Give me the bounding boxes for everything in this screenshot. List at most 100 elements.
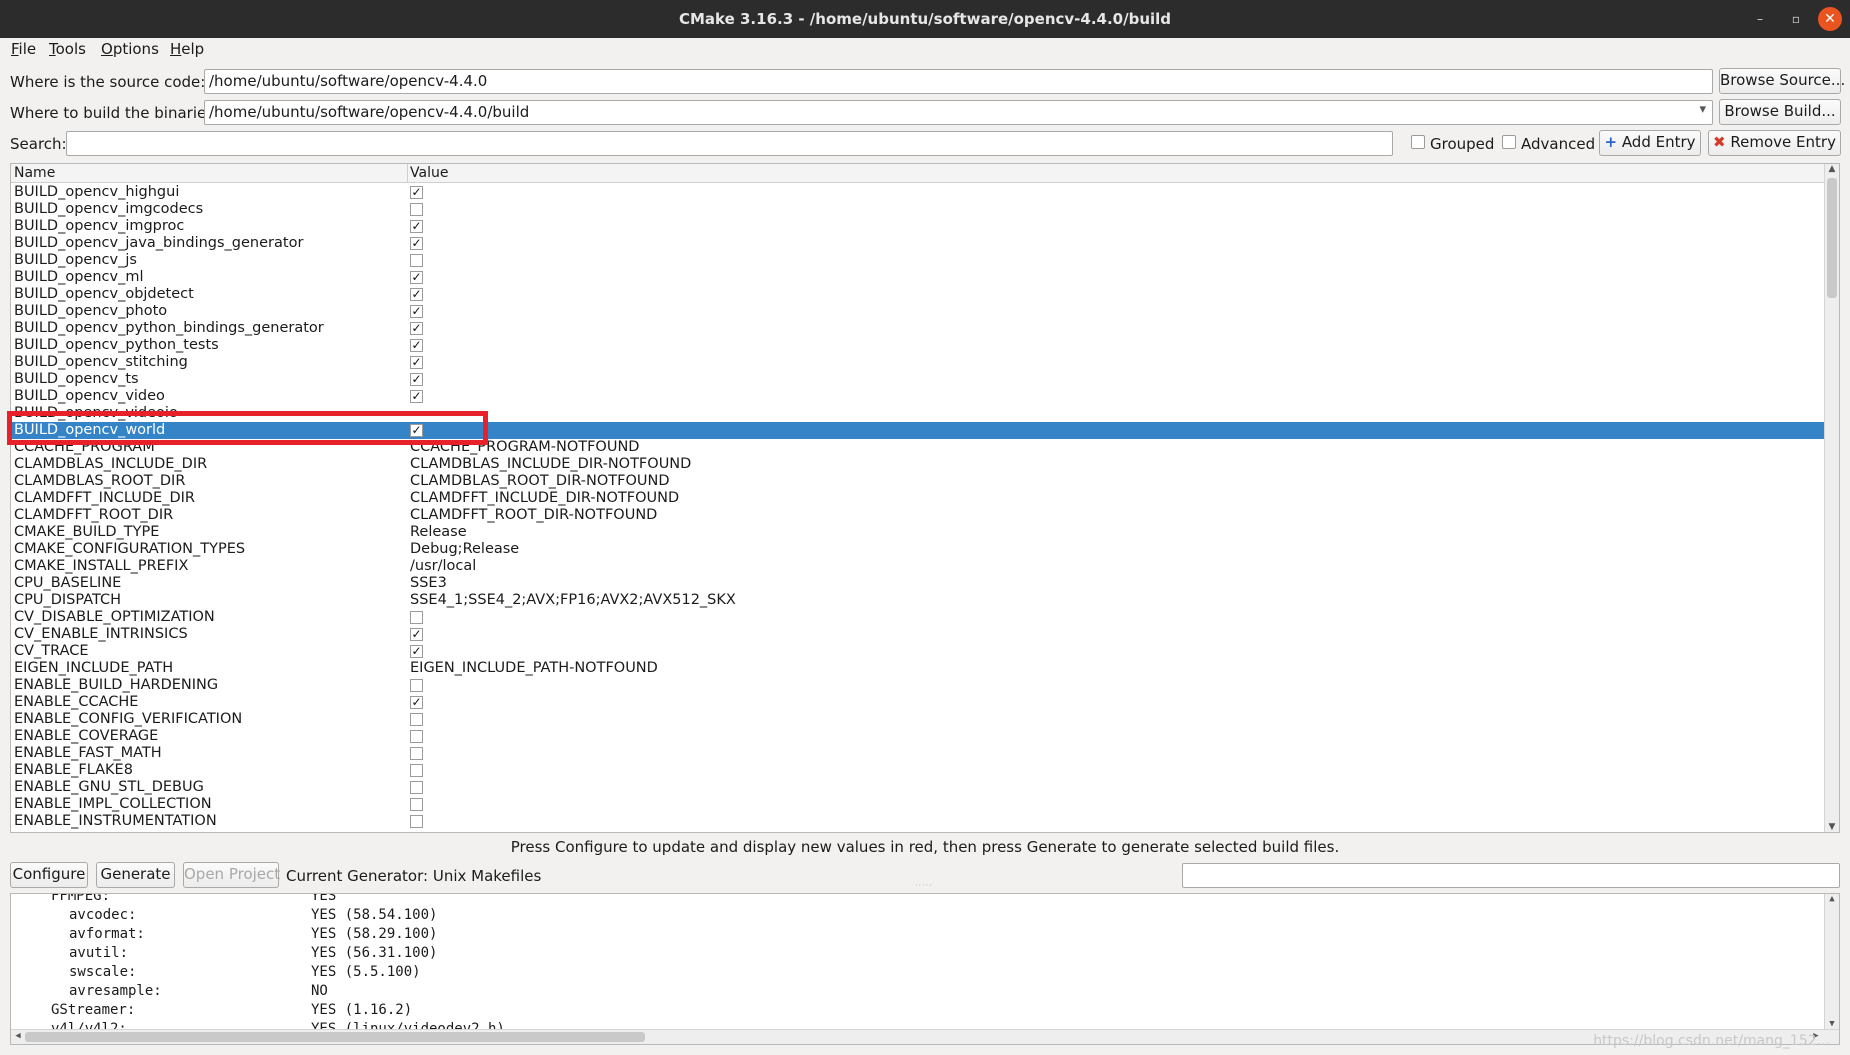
table-row[interactable]: CV_ENABLE_INTRINSICS ✓	[11, 626, 1825, 643]
configure-button[interactable]: Configure	[10, 862, 88, 888]
log-vertical-scrollbar[interactable]: ▲ ▼	[1824, 894, 1839, 1029]
unchecked-checkbox[interactable]	[410, 764, 423, 777]
row-value[interactable]: SSE4_1;SSE4_2;AVX;FP16;AVX2;AVX512_SKX	[410, 592, 736, 609]
row-value[interactable]: SSE3	[410, 575, 447, 592]
row-value[interactable]: /usr/local	[410, 558, 476, 575]
menu-options[interactable]: Options	[101, 40, 159, 58]
column-separator[interactable]	[407, 164, 408, 183]
search-input[interactable]	[66, 131, 1393, 156]
table-row[interactable]: BUILD_opencv_stitching ✓	[11, 354, 1825, 371]
add-entry-button[interactable]: + Add Entry	[1599, 130, 1701, 156]
table-row[interactable]: BUILD_opencv_python_bindings_generator ✓	[11, 320, 1825, 337]
unchecked-checkbox[interactable]	[410, 254, 423, 267]
checked-checkbox[interactable]: ✓	[410, 220, 423, 233]
scroll-up-icon[interactable]: ▲	[1825, 164, 1839, 174]
generate-button[interactable]: Generate	[96, 862, 175, 888]
table-vertical-scrollbar[interactable]: ▲ ▼	[1824, 164, 1839, 832]
row-value[interactable]: Debug;Release	[410, 541, 519, 558]
checked-checkbox[interactable]: ✓	[410, 322, 423, 335]
table-row[interactable]: BUILD_opencv_photo ✓	[11, 303, 1825, 320]
table-row[interactable]: CPU_DISPATCH SSE4_1;SSE4_2;AVX;FP16;AVX2;…	[11, 592, 1825, 609]
checked-checkbox[interactable]: ✓	[410, 356, 423, 369]
table-row[interactable]: BUILD_opencv_objdetect ✓	[11, 286, 1825, 303]
column-header-value[interactable]: Value	[410, 165, 448, 181]
checked-checkbox[interactable]: ✓	[410, 271, 423, 284]
row-value[interactable]: CCACHE_PROGRAM-NOTFOUND	[410, 439, 639, 456]
splitter-handle[interactable]: ·····	[915, 882, 935, 890]
table-row[interactable]: ENABLE_IMPL_COLLECTION	[11, 796, 1825, 813]
table-row[interactable]: EIGEN_INCLUDE_PATH EIGEN_INCLUDE_PATH-NOT…	[11, 660, 1825, 677]
open-project-button[interactable]: Open Project	[183, 862, 280, 888]
table-row[interactable]: BUILD_opencv_python_tests ✓	[11, 337, 1825, 354]
checked-checkbox[interactable]: ✓	[410, 339, 423, 352]
log-hscroll-thumb[interactable]	[25, 1032, 645, 1042]
row-value[interactable]: CLAMDBLAS_INCLUDE_DIR-NOTFOUND	[410, 456, 691, 473]
log-scroll-down-icon[interactable]: ▼	[1825, 1019, 1839, 1029]
unchecked-checkbox[interactable]	[410, 798, 423, 811]
table-row[interactable]: ENABLE_COVERAGE	[11, 728, 1825, 745]
row-value[interactable]: CLAMDFFT_ROOT_DIR-NOTFOUND	[410, 507, 657, 524]
scrollbar-thumb[interactable]	[1827, 178, 1837, 298]
unchecked-checkbox[interactable]	[410, 747, 423, 760]
checked-checkbox[interactable]: ✓	[410, 645, 423, 658]
unchecked-checkbox[interactable]	[410, 203, 423, 216]
table-row[interactable]: CCACHE_PROGRAM CCACHE_PROGRAM-NOTFOUND	[11, 439, 1825, 456]
table-row[interactable]: ENABLE_FAST_MATH	[11, 745, 1825, 762]
unchecked-checkbox[interactable]	[410, 611, 423, 624]
scroll-down-icon[interactable]: ▼	[1825, 822, 1839, 832]
table-row[interactable]: CLAMDBLAS_ROOT_DIR CLAMDBLAS_ROOT_DIR-NOT…	[11, 473, 1825, 490]
column-header-name[interactable]: Name	[14, 165, 55, 181]
checked-checkbox[interactable]: ✓	[410, 696, 423, 709]
table-row[interactable]: CV_TRACE ✓	[11, 643, 1825, 660]
checked-checkbox[interactable]: ✓	[410, 305, 423, 318]
unchecked-checkbox[interactable]	[410, 730, 423, 743]
table-row[interactable]: BUILD_opencv_imgcodecs	[11, 201, 1825, 218]
table-row[interactable]: ENABLE_CONFIG_VERIFICATION	[11, 711, 1825, 728]
advanced-checkbox[interactable]	[1502, 135, 1516, 149]
table-row[interactable]: CMAKE_INSTALL_PREFIX/usr/local	[11, 558, 1825, 575]
table-row[interactable]: BUILD_opencv_imgproc ✓	[11, 218, 1825, 235]
table-row[interactable]: BUILD_opencv_highgui ✓	[11, 184, 1825, 201]
grouped-checkbox[interactable]	[1411, 135, 1425, 149]
table-row[interactable]: BUILD_opencv_ml ✓	[11, 269, 1825, 286]
table-row[interactable]: ENABLE_FLAKE8	[11, 762, 1825, 779]
table-row[interactable]: BUILD_opencv_videoio	[11, 405, 1825, 422]
source-path-input[interactable]: /home/ubuntu/software/opencv-4.4.0	[204, 69, 1713, 94]
row-value[interactable]: EIGEN_INCLUDE_PATH-NOTFOUND	[410, 660, 658, 677]
table-row[interactable]: BUILD_opencv_java_bindings_generator ✓	[11, 235, 1825, 252]
checked-checkbox[interactable]: ✓	[410, 390, 423, 403]
unchecked-checkbox[interactable]	[410, 679, 423, 692]
menu-file[interactable]: File	[11, 40, 36, 58]
minimize-icon[interactable]: –	[1748, 7, 1772, 31]
table-row[interactable]: CMAKE_BUILD_TYPE Release	[11, 524, 1825, 541]
row-value[interactable]: CLAMDFFT_INCLUDE_DIR-NOTFOUND	[410, 490, 679, 507]
remove-entry-button[interactable]: ✖ Remove Entry	[1708, 130, 1841, 156]
log-scroll-up-icon[interactable]: ▲	[1825, 894, 1839, 904]
table-row[interactable]: ENABLE_GNU_STL_DEBUG	[11, 779, 1825, 796]
row-value[interactable]: Release	[410, 524, 467, 541]
output-log[interactable]: FFMPEG: YES avcodec: YES (58.54.100) avforma…	[10, 893, 1840, 1045]
table-row[interactable]: CLAMDFFT_ROOT_DIR CLAMDFFT_ROOT_DIR-NOTFO…	[11, 507, 1825, 524]
checked-checkbox[interactable]: ✓	[410, 288, 423, 301]
unchecked-checkbox[interactable]	[410, 781, 423, 794]
unchecked-checkbox[interactable]	[410, 713, 423, 726]
checked-checkbox[interactable]: ✓	[410, 628, 423, 641]
maximize-icon[interactable]: ▫	[1784, 7, 1808, 31]
table-row[interactable]: CV_DISABLE_OPTIMIZATION	[11, 609, 1825, 626]
row-value[interactable]: CLAMDBLAS_ROOT_DIR-NOTFOUND	[410, 473, 670, 490]
table-row[interactable]: ENABLE_INSTRUMENTATION	[11, 813, 1825, 830]
checked-checkbox[interactable]: ✓	[410, 373, 423, 386]
build-path-combobox[interactable]: /home/ubuntu/software/opencv-4.4.0/build…	[204, 100, 1713, 125]
dropdown-arrow-icon[interactable]: ▾	[1699, 102, 1706, 117]
checked-checkbox[interactable]: ✓	[410, 424, 423, 437]
checked-checkbox[interactable]: ✓	[410, 237, 423, 250]
table-row[interactable]: CLAMDBLAS_INCLUDE_DIR CLAMDBLAS_INCLUDE_D…	[11, 456, 1825, 473]
browse-build-button[interactable]: Browse Build...	[1719, 99, 1841, 125]
close-icon[interactable]: ✕	[1818, 7, 1842, 31]
log-scroll-left-icon[interactable]: ◀	[11, 1031, 25, 1041]
table-row[interactable]: BUILD_opencv_video ✓	[11, 388, 1825, 405]
table-row[interactable]: CLAMDFFT_INCLUDE_DIR CLAMDFFT_INCLUDE_DIR…	[11, 490, 1825, 507]
table-row[interactable]: BUILD_opencv_world ✓	[11, 422, 1825, 439]
log-horizontal-scrollbar[interactable]: ◀ ▶	[11, 1029, 1839, 1044]
checked-checkbox[interactable]: ✓	[410, 186, 423, 199]
